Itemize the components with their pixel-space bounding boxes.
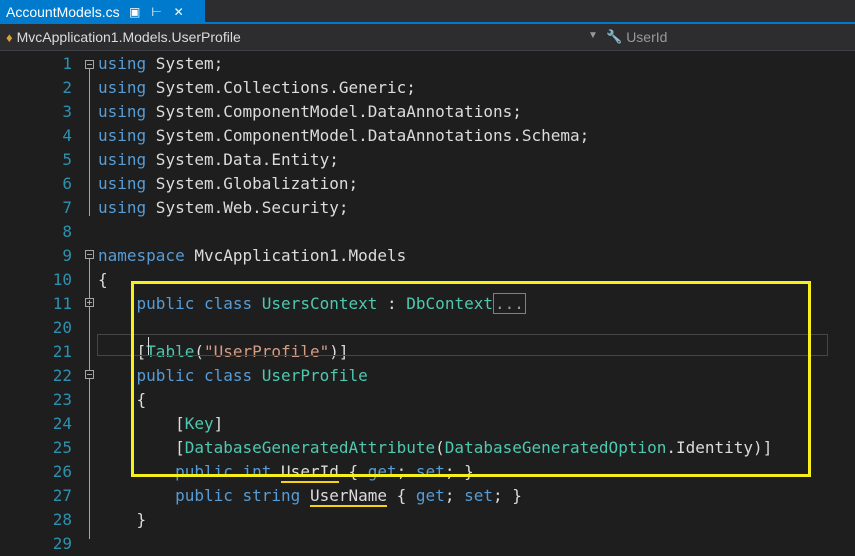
code-line[interactable]: 7 using System.Web.Security;: [0, 196, 855, 220]
code-line[interactable]: 8: [0, 220, 855, 244]
line-number: 25: [52, 438, 72, 457]
navigation-bar: ♦ MvcApplication1.Models.UserProfile ▼ 🔧…: [0, 24, 855, 51]
fold-toggle-namespace[interactable]: [85, 250, 94, 259]
line-number: 4: [62, 126, 72, 145]
line-number: 29: [52, 534, 72, 553]
fold-guide: [89, 259, 90, 298]
code-token: using: [98, 150, 147, 169]
line-number: 11: [52, 294, 72, 313]
code-text: {: [98, 268, 108, 292]
close-icon[interactable]: ✕: [172, 5, 186, 19]
code-token: namespace: [98, 246, 185, 265]
line-number: 22: [52, 366, 72, 385]
chevron-down-icon[interactable]: ▼: [588, 30, 598, 41]
line-number: 21: [52, 342, 72, 361]
vertical-scrollbar[interactable]: [838, 52, 855, 541]
code-token: using: [98, 174, 147, 193]
code-token: UserName: [309, 486, 387, 507]
code-text: using System.ComponentModel.DataAnnotati…: [98, 124, 589, 148]
code-text: using System;: [98, 52, 223, 76]
member-dropdown[interactable]: 🔧 UserId: [606, 26, 855, 48]
code-text: using System.Globalization;: [98, 172, 358, 196]
code-line[interactable]: 3 using System.ComponentModel.DataAnnotat…: [0, 100, 855, 124]
code-token: public: [175, 486, 233, 505]
code-token: set: [464, 486, 493, 505]
code-token: System.Collections.Generic;: [146, 78, 416, 97]
code-text: public string UserName { get; set; }: [98, 484, 522, 508]
code-token: MvcApplication1.Models: [184, 246, 407, 265]
code-line[interactable]: 5 using System.Data.Entity;: [0, 148, 855, 172]
code-text: using System.Web.Security;: [98, 196, 348, 220]
line-number: 27: [52, 486, 72, 505]
code-line[interactable]: 2 using System.Collections.Generic;: [0, 76, 855, 100]
line-number: 6: [62, 174, 72, 193]
code-token: {: [98, 270, 108, 289]
wrench-icon: 🔧: [606, 29, 623, 44]
line-number: 8: [62, 222, 72, 241]
type-dropdown[interactable]: ♦ MvcApplication1.Models.UserProfile: [0, 26, 600, 48]
code-token: using: [98, 54, 147, 73]
fold-toggle-userprofile[interactable]: [85, 370, 94, 379]
line-number: 20: [52, 318, 72, 337]
pin-icon[interactable]: ⊢: [150, 5, 164, 19]
code-token: System;: [146, 54, 224, 73]
fold-guide: [89, 69, 90, 216]
member-context-label: UserId: [626, 29, 668, 45]
code-token: string: [242, 486, 301, 505]
line-number: 3: [62, 102, 72, 121]
fold-toggle-userscontext[interactable]: [85, 298, 94, 307]
code-token: ; }: [492, 486, 522, 505]
code-line[interactable]: 9 namespace MvcApplication1.Models: [0, 244, 855, 268]
code-token: System.Data.Entity;: [146, 150, 339, 169]
type-context-label: MvcApplication1.Models.UserProfile: [16, 29, 241, 45]
line-number: 1: [62, 54, 72, 73]
line-number: 7: [62, 198, 72, 217]
annotation-highlight-box: [131, 281, 811, 477]
code-token: System.ComponentModel.DataAnnotations.Sc…: [146, 126, 590, 145]
code-line[interactable]: 1 using System;: [0, 52, 855, 76]
lock-icon: ▣: [128, 5, 141, 19]
code-line[interactable]: 4 using System.ComponentModel.DataAnnotat…: [0, 124, 855, 148]
code-text: namespace MvcApplication1.Models: [98, 244, 406, 268]
code-token: System.Globalization;: [146, 174, 359, 193]
fold-guide: [89, 307, 90, 370]
code-token: System.ComponentModel.DataAnnotations;: [146, 102, 522, 121]
code-line[interactable]: 27 public string UserName { get; set; }: [0, 484, 855, 508]
code-token: System.Web.Security;: [146, 198, 349, 217]
code-token: using: [98, 126, 147, 145]
document-tab-strip: AccountModels.cs ▣ ⊢ ✕: [0, 0, 855, 24]
code-text: }: [98, 508, 147, 532]
code-line[interactable]: 29: [0, 532, 855, 556]
code-token: using: [98, 78, 147, 97]
fold-toggle-using[interactable]: [85, 60, 94, 69]
code-line[interactable]: 28 }: [0, 508, 855, 532]
code-token: using: [98, 198, 147, 217]
code-token: {: [387, 486, 416, 505]
line-number: 5: [62, 150, 72, 169]
document-tab[interactable]: AccountModels.cs ▣ ⊢ ✕: [0, 0, 205, 24]
line-number: 28: [52, 510, 72, 529]
code-line[interactable]: 6 using System.Globalization;: [0, 172, 855, 196]
fold-guide: [89, 379, 90, 539]
line-number: 10: [52, 270, 72, 289]
line-number: 24: [52, 414, 72, 433]
class-icon: ♦: [6, 29, 13, 45]
code-token: get: [415, 486, 445, 505]
line-number: 9: [62, 246, 72, 265]
line-number: 26: [52, 462, 72, 481]
code-token: }: [98, 510, 147, 529]
code-text: using System.Collections.Generic;: [98, 76, 416, 100]
code-token: ;: [444, 486, 465, 505]
code-text: using System.Data.Entity;: [98, 148, 339, 172]
code-text: using System.ComponentModel.DataAnnotati…: [98, 100, 522, 124]
line-number: 2: [62, 78, 72, 97]
line-number: 23: [52, 390, 72, 409]
code-token: using: [98, 102, 147, 121]
tab-filename: AccountModels.cs: [6, 4, 120, 20]
